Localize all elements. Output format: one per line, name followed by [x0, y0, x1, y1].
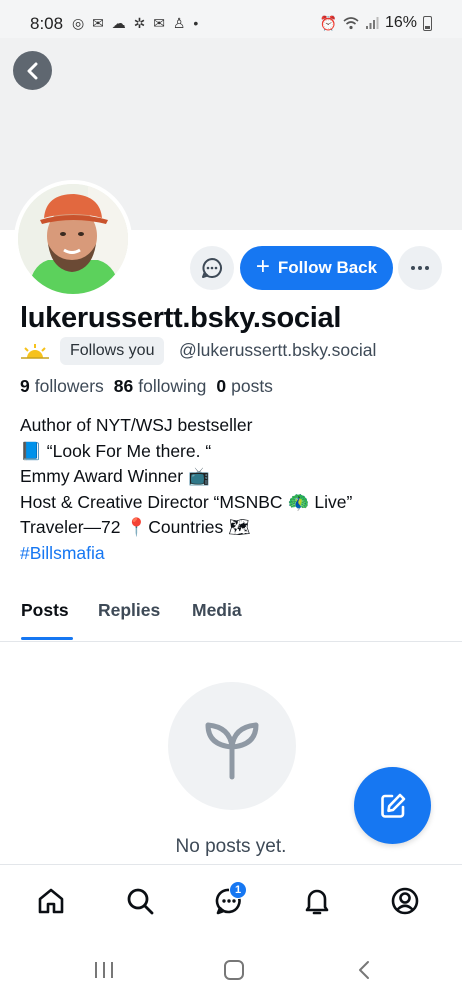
nav-search[interactable]	[120, 881, 160, 921]
nav-home[interactable]	[31, 881, 71, 921]
peacock-emoji-icon: 🦚	[287, 491, 310, 512]
following-stat[interactable]: 86 following	[114, 376, 207, 397]
cloud-icon: ☁	[111, 15, 128, 31]
message-button[interactable]	[190, 246, 234, 290]
tab-media[interactable]: Media	[192, 600, 242, 621]
tab-posts[interactable]: Posts	[21, 600, 69, 621]
android-nav-bar	[0, 940, 462, 1000]
alarm-icon: ⏰	[319, 14, 337, 31]
chevron-left-icon	[27, 62, 37, 79]
book-emoji-icon: 📘	[20, 440, 42, 461]
following-label: following	[138, 376, 207, 396]
nav-profile[interactable]	[385, 881, 425, 921]
posts-label: posts	[231, 376, 273, 396]
chat-unread-badge: 1	[229, 881, 247, 899]
bio-line: Traveler—72 📍 Countries 🗺	[20, 515, 450, 541]
sunrise-emoji-icon	[21, 344, 49, 359]
follow-back-label: Follow Back	[277, 258, 378, 277]
person-icon: ♙	[172, 15, 188, 31]
compose-post-button[interactable]	[354, 767, 431, 844]
back-chevron-icon	[359, 961, 369, 979]
following-count: 86	[113, 376, 134, 396]
profile-bio: Author of NYT/WSJ bestseller 📘 “Look For…	[20, 413, 450, 566]
compose-icon	[380, 793, 405, 818]
posts-count: 0	[216, 376, 227, 396]
bio-line: Emmy Award Winner 📺	[20, 464, 450, 490]
followers-count: 9	[20, 376, 30, 396]
back-system-button[interactable]	[350, 958, 378, 982]
at-icon: ◎	[72, 15, 87, 31]
bio-line: Author of NYT/WSJ bestseller	[20, 413, 450, 439]
profile-tabs: Posts Replies Media	[0, 595, 462, 642]
follow-back-button[interactable]: + Follow Back	[240, 246, 393, 290]
bio-text: Author of NYT/WSJ bestseller	[20, 415, 253, 435]
home-system-button[interactable]	[220, 958, 248, 982]
home-icon	[38, 888, 64, 914]
home-square-icon	[224, 960, 244, 980]
pin-emoji-icon: 📍	[125, 517, 148, 537]
profile-handle: @lukerussertt.bsky.social	[179, 340, 377, 360]
hashtag-link[interactable]: #Billsmafia	[20, 541, 105, 567]
map-emoji-icon: 🗺	[228, 517, 251, 537]
pinwheel-icon: ✲	[133, 15, 148, 31]
status-right: ⏰ 16%	[320, 14, 432, 32]
profile-icon	[391, 887, 419, 915]
signal-icon	[365, 17, 379, 29]
followers-label: followers	[34, 376, 104, 396]
dot-icon: •	[193, 15, 201, 31]
tab-indicator	[21, 637, 73, 640]
bio-text: Emmy Award Winner	[20, 466, 184, 486]
avatar-image	[18, 184, 128, 294]
mail-icon: ✉	[92, 15, 106, 31]
bio-text: Traveler—72	[20, 517, 121, 537]
followers-stat[interactable]: 9 followers	[20, 376, 104, 397]
search-icon	[127, 888, 154, 915]
mail-icon: ✉	[153, 15, 167, 31]
tv-emoji-icon: 📺	[188, 466, 210, 486]
notification-icons: ◎ ✉ ☁ ✲ ✉ ♙ •	[72, 15, 200, 32]
bio-text: Countries	[148, 517, 224, 537]
bio-text: “Look For Me there. “	[46, 440, 212, 461]
bell-icon	[305, 889, 329, 915]
more-options-button[interactable]	[398, 246, 442, 290]
wifi-icon	[343, 17, 359, 30]
ellipsis-icon	[411, 266, 429, 270]
recents-button[interactable]	[90, 958, 118, 982]
bottom-nav: 1	[0, 864, 462, 940]
bio-line: Host & Creative Director “MSNBC 🦚 Live”	[20, 490, 450, 516]
display-name: lukerussertt.bsky.social	[20, 302, 342, 334]
bio-text: Live”	[314, 491, 353, 512]
follows-you-badge: Follows you	[60, 337, 165, 365]
plus-icon: +	[255, 253, 270, 280]
bio-line: #Billsmafia	[20, 541, 450, 567]
chat-bubble-icon	[202, 258, 222, 278]
nav-notifications[interactable]	[297, 881, 337, 921]
nav-chat[interactable]: 1	[209, 881, 249, 921]
avatar[interactable]	[14, 180, 132, 298]
bio-text: Host & Creative Director “MSNBC	[20, 491, 283, 512]
profile-stats: 9 followers 86 following 0 posts	[20, 376, 273, 397]
battery-text: 16%	[384, 14, 417, 31]
back-button[interactable]	[13, 51, 52, 90]
bio-line: 📘 “Look For Me there. “	[20, 439, 450, 465]
recents-icon	[95, 962, 113, 978]
tab-replies[interactable]: Replies	[98, 600, 160, 621]
battery-icon	[423, 15, 432, 31]
posts-stat: 0 posts	[216, 376, 273, 397]
empty-state-icon-circle	[168, 682, 296, 810]
status-time: 8:08	[30, 14, 64, 33]
sprout-icon	[205, 722, 259, 780]
